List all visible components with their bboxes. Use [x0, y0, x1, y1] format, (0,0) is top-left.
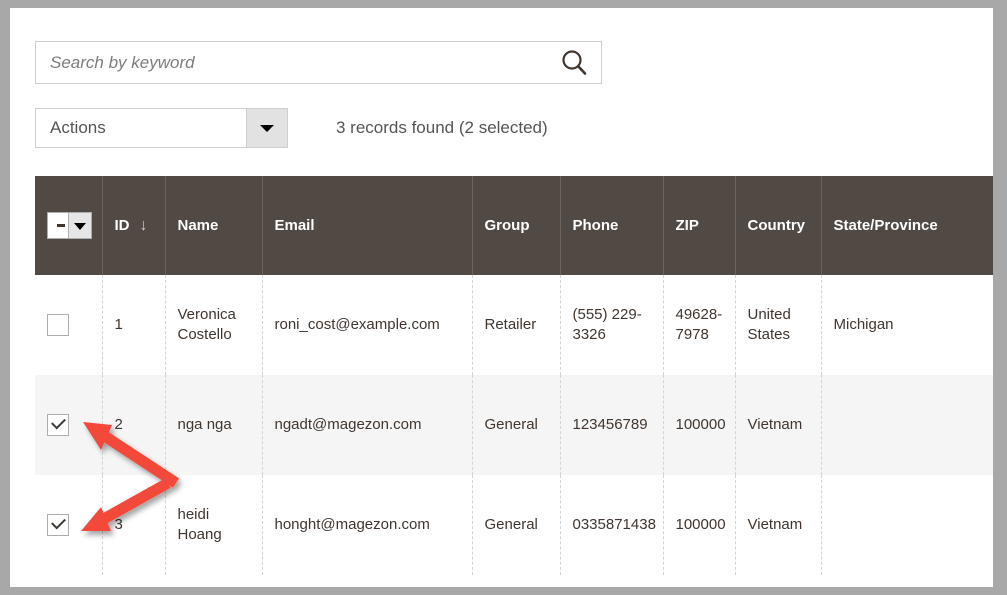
- search-bar[interactable]: [35, 41, 602, 84]
- cell-name: Veronica Costello: [165, 275, 263, 375]
- cell-country: United States: [735, 275, 822, 375]
- cell-group: General: [472, 475, 561, 575]
- cell-country: Vietnam: [735, 375, 822, 475]
- table-row[interactable]: 3 heidi Hoang honght@magezon.com General…: [35, 475, 993, 575]
- grid-header-row: ID ↓ Name Email Group Phone ZIP Country …: [35, 176, 993, 275]
- cell-name: nga nga: [165, 375, 263, 475]
- cell-group: General: [472, 375, 561, 475]
- row-select-cell[interactable]: [35, 375, 103, 475]
- cell-id: 1: [102, 275, 166, 375]
- window-frame: Actions 3 records found (2 selected): [0, 0, 1007, 595]
- search-icon[interactable]: [559, 48, 591, 78]
- cell-group: Retailer: [472, 275, 561, 375]
- cell-state-province: [821, 475, 993, 575]
- actions-select-label: Actions: [50, 118, 106, 137]
- cell-id: 2: [102, 375, 166, 475]
- column-header-id-label: ID: [114, 216, 130, 234]
- column-header-select-all[interactable]: [35, 176, 103, 275]
- column-header-group[interactable]: Group: [472, 176, 561, 275]
- column-header-phone-label: Phone: [572, 217, 619, 234]
- cell-phone: 0335871438: [560, 475, 664, 575]
- table-row[interactable]: 2 nga nga ngadt@magezon.com General 1234…: [35, 375, 993, 475]
- column-header-state-province-label: State/Province: [833, 217, 938, 234]
- column-header-state-province[interactable]: State/Province: [821, 176, 993, 275]
- column-header-phone[interactable]: Phone: [560, 176, 664, 275]
- page-content: Actions 3 records found (2 selected): [10, 8, 993, 587]
- column-header-name-label: Name: [177, 217, 219, 234]
- actions-select[interactable]: Actions: [35, 108, 288, 148]
- cell-country: Vietnam: [735, 475, 822, 575]
- cell-phone: 123456789: [560, 375, 664, 475]
- cell-zip: 49628-7978: [663, 275, 736, 375]
- cell-phone: (555) 229-3326: [560, 275, 664, 375]
- column-header-zip[interactable]: ZIP: [663, 176, 736, 275]
- grid-header: ID ↓ Name Email Group Phone ZIP Country …: [35, 176, 993, 275]
- cell-state-province: Michigan: [821, 275, 993, 375]
- column-header-zip-label: ZIP: [675, 217, 699, 234]
- cell-id: 3: [102, 475, 166, 575]
- column-header-email[interactable]: Email: [262, 176, 473, 275]
- indeterminate-dash-icon: [57, 224, 65, 227]
- customer-grid: ID ↓ Name Email Group Phone ZIP Country …: [35, 176, 993, 575]
- chevron-down-icon[interactable]: [68, 213, 91, 238]
- cell-state-province: [821, 375, 993, 475]
- row-checkbox[interactable]: [47, 414, 69, 436]
- search-input[interactable]: [36, 42, 546, 83]
- records-found-label: 3 records found (2 selected): [336, 118, 548, 137]
- column-header-country-label: Country: [747, 217, 806, 234]
- column-header-group-label: Group: [484, 217, 530, 234]
- grid-body: 1 Veronica Costello roni_cost@example.co…: [35, 275, 993, 575]
- column-header-email-label: Email: [274, 217, 315, 234]
- row-select-cell[interactable]: [35, 275, 103, 375]
- row-checkbox[interactable]: [47, 514, 69, 536]
- row-checkbox[interactable]: [47, 314, 69, 336]
- arrow-down-icon: ↓: [139, 216, 148, 234]
- column-header-country[interactable]: Country: [735, 176, 822, 275]
- cell-zip: 100000: [663, 375, 736, 475]
- cell-zip: 100000: [663, 475, 736, 575]
- chevron-down-icon[interactable]: [246, 109, 287, 147]
- cell-name: heidi Hoang: [165, 475, 263, 575]
- column-header-name[interactable]: Name: [165, 176, 263, 275]
- select-all-checkbox-dropdown[interactable]: [47, 212, 92, 239]
- cell-email: ngadt@magezon.com: [262, 375, 473, 475]
- column-header-id[interactable]: ID ↓: [102, 176, 166, 275]
- row-select-cell[interactable]: [35, 475, 103, 575]
- cell-email: roni_cost@example.com: [262, 275, 473, 375]
- table-row[interactable]: 1 Veronica Costello roni_cost@example.co…: [35, 275, 993, 375]
- cell-email: honght@magezon.com: [262, 475, 473, 575]
